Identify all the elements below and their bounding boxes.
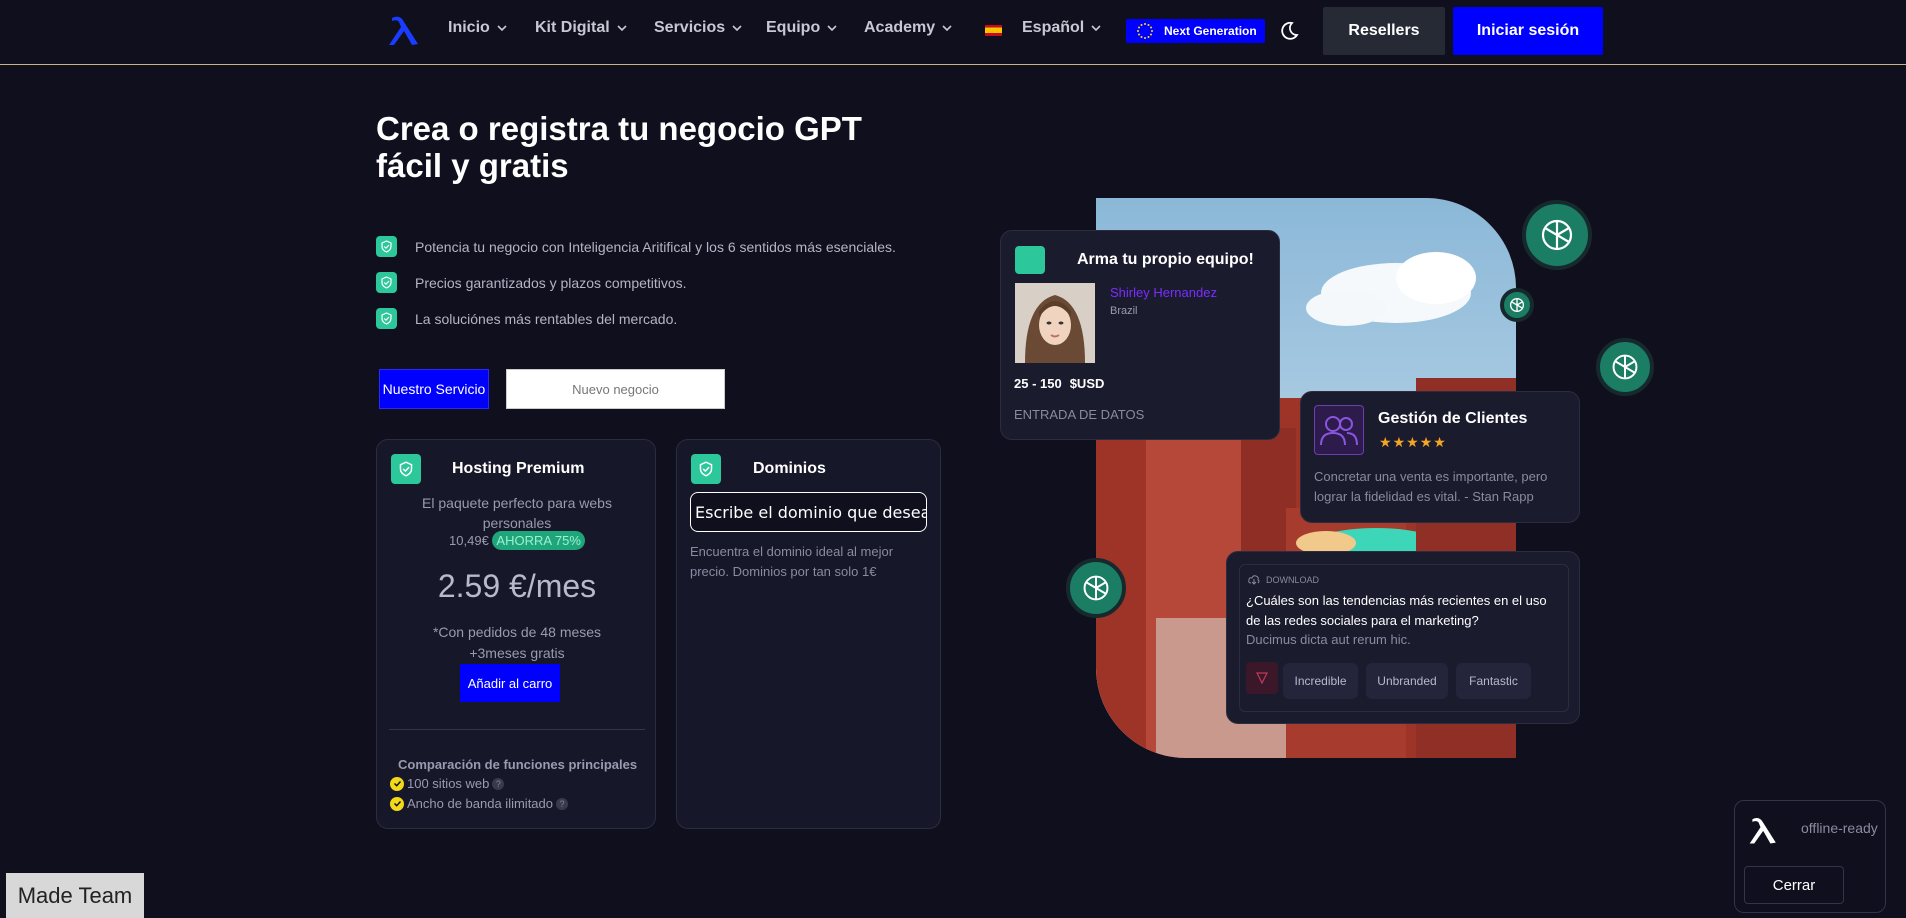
check-icon	[390, 776, 404, 791]
openai-icon	[1066, 558, 1126, 618]
spain-flag-icon	[985, 25, 1002, 36]
domains-card: Dominios Encuentra el dominio ideal al m…	[676, 439, 941, 829]
nav-item-servicios[interactable]: Servicios	[654, 19, 743, 37]
old-price: 10,49€	[449, 533, 489, 548]
nav-item-kit-digital[interactable]: Kit Digital	[535, 19, 628, 37]
shield-check-icon	[391, 454, 421, 484]
price-note: *Con pedidos de 48 meses +3meses gratis	[432, 624, 602, 661]
client-quote: Concretar una venta es importante, pero …	[1314, 469, 1548, 504]
openai-icon	[1522, 200, 1592, 270]
tag-unbranded[interactable]: Unbranded	[1366, 663, 1448, 699]
domain-search-input[interactable]	[690, 492, 927, 532]
member-name[interactable]: Shirley Hernandez	[1110, 285, 1217, 300]
next-generation-badge[interactable]: Next Generation	[1126, 19, 1265, 43]
old-price-row: 10,49€ AHORRA 75%	[377, 531, 657, 550]
lambda-logo-icon	[1749, 818, 1776, 844]
divider	[389, 729, 645, 730]
check-icon	[390, 796, 404, 811]
chevron-down-icon	[942, 25, 952, 32]
team-icon	[1015, 246, 1045, 274]
hosting-card: Hosting Premium El paquete perfecto para…	[376, 439, 656, 829]
star-icon: ★	[1379, 434, 1393, 450]
nav-item-academy[interactable]: Academy	[864, 19, 953, 37]
star-icon: ★	[1406, 434, 1420, 450]
hosting-desc: El paquete perfecto para webs personales	[422, 495, 612, 531]
star-icon: ★	[1392, 434, 1407, 450]
chevron-down-icon	[827, 25, 837, 32]
moon-icon[interactable]	[1278, 20, 1300, 42]
help-icon[interactable]: ?	[556, 797, 568, 810]
compare-title: Comparación de funciones principales	[398, 757, 638, 772]
star-rating: ★★★★★	[1379, 434, 1447, 451]
new-business-button[interactable]: Nuevo negocio	[506, 369, 725, 409]
cloud-download-icon	[1248, 575, 1260, 585]
made-team-badge[interactable]: Made Team	[6, 873, 144, 918]
client-title: Gestión de Clientes	[1378, 410, 1528, 427]
feature-item: Potencia tu negocio con Inteligencia Ari…	[376, 236, 896, 257]
download-label-row: DOWNLOAD	[1248, 575, 1319, 585]
feature-item: Precios garantizados y plazos competitiv…	[376, 272, 687, 293]
compare-item: Ancho de banda ilimitado ?	[390, 796, 568, 811]
avatar	[1015, 283, 1095, 363]
compare-item: 100 sitios web ?	[390, 776, 505, 791]
help-icon[interactable]: ?	[492, 777, 505, 790]
star-icon: ★	[1419, 434, 1434, 450]
hosting-title: Hosting Premium	[452, 460, 585, 477]
login-button[interactable]: Iniciar sesión	[1453, 7, 1603, 55]
shield-check-icon	[376, 236, 397, 257]
page-title: Crea o registra tu negocio GPT fácil y g…	[376, 110, 862, 184]
pwa-toast: offline-ready Cerrar	[1734, 800, 1886, 913]
price: 2.59 €/mes	[437, 568, 597, 604]
client-management-card[interactable]: Gestión de Clientes ★★★★★ Concretar una …	[1300, 391, 1580, 523]
domains-desc: Encuentra el dominio ideal al mejor prec…	[690, 544, 894, 579]
language-selector[interactable]: Español	[1022, 19, 1102, 37]
shield-check-icon	[376, 308, 397, 329]
save-badge: AHORRA 75%	[492, 531, 585, 550]
star-icon: ★	[1433, 434, 1447, 450]
service-button[interactable]: Nuestro Servicio	[379, 369, 489, 409]
team-title: Arma tu propio equipo!	[1077, 251, 1254, 268]
tag-fantastic[interactable]: Fantastic	[1456, 663, 1531, 699]
close-button[interactable]: Cerrar	[1744, 866, 1844, 904]
download-question: ¿Cuáles son las tendencias más recientes…	[1246, 593, 1547, 628]
shield-check-icon	[691, 454, 721, 484]
openai-icon	[1596, 338, 1654, 396]
chevron-down-icon	[1091, 25, 1101, 32]
feature-item: La soluciónes más rentables del mercado.	[376, 308, 677, 329]
nav-item-equipo[interactable]: Equipo	[766, 19, 838, 37]
users-icon	[1314, 405, 1364, 455]
price-range: 25 - 150 $USD	[1014, 376, 1105, 391]
nav-item-inicio[interactable]: Inicio	[448, 19, 508, 37]
add-to-cart-button[interactable]: Añadir al carro	[460, 664, 560, 702]
top-nav: Inicio Kit Digital Servicios Equipo Acad…	[0, 0, 1906, 65]
filter-icon[interactable]	[1246, 662, 1278, 694]
chevron-down-icon	[497, 25, 507, 32]
team-card[interactable]: Arma tu propio equipo! Shirley Hernandez…	[1000, 230, 1280, 440]
chevron-down-icon	[617, 25, 627, 32]
pwa-status: offline-ready	[1801, 820, 1878, 836]
shield-check-icon	[376, 272, 397, 293]
domains-title: Dominios	[753, 460, 826, 477]
chevron-down-icon	[732, 25, 742, 32]
resellers-button[interactable]: Resellers	[1323, 7, 1445, 55]
lambda-logo-icon[interactable]	[386, 12, 426, 48]
openai-icon	[1500, 288, 1534, 322]
eu-stars-icon	[1137, 23, 1153, 39]
member-country: Brazil	[1110, 305, 1138, 317]
tag-incredible[interactable]: Incredible	[1283, 663, 1358, 699]
team-footer: ENTRADA DE DATOS	[1014, 407, 1145, 422]
download-card: DOWNLOAD ¿Cuáles son las tendencias más …	[1226, 551, 1580, 724]
download-sub: Ducimus dicta aut rerum hic.	[1246, 632, 1411, 647]
